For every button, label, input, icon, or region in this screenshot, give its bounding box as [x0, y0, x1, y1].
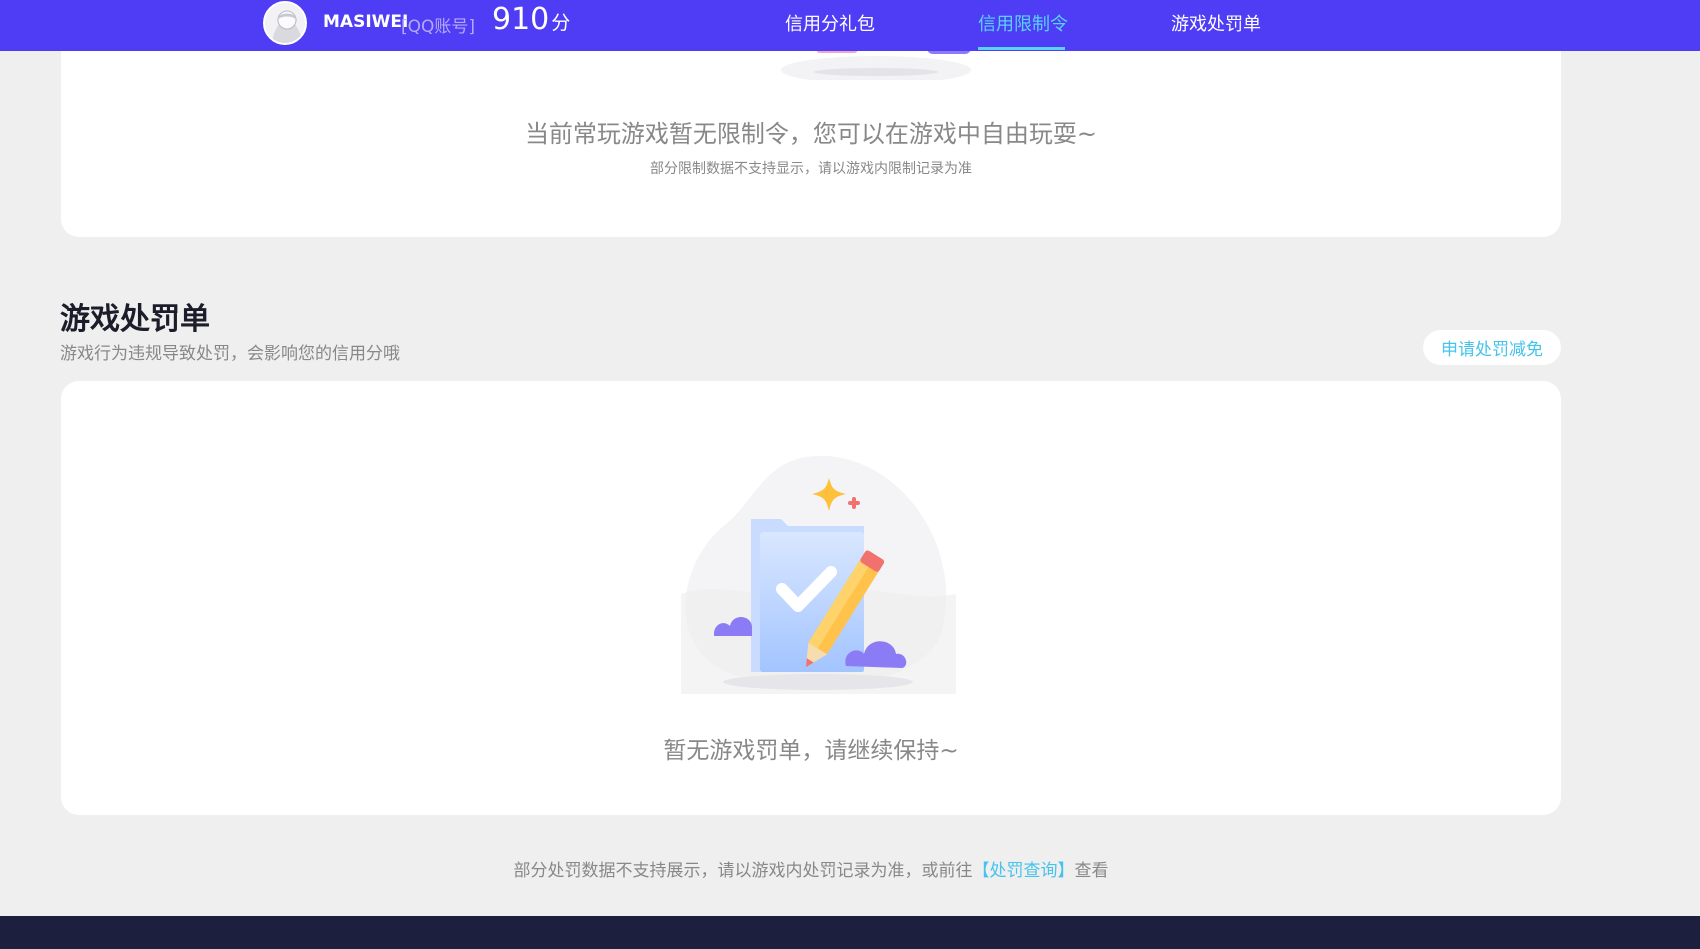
penalty-card: 暂无游戏罚单，请继续保持~ [61, 381, 1561, 815]
penalty-query-link[interactable]: 【处罚查询】 [973, 861, 1075, 881]
nav-item-credit-gift[interactable]: 信用分礼包 [785, 10, 875, 36]
penalty-empty-message: 暂无游戏罚单，请继续保持~ [663, 738, 959, 764]
apply-penalty-reduction-button[interactable]: 申请处罚减免 [1423, 330, 1561, 365]
penalty-note-suffix: 查看 [1074, 861, 1109, 881]
restriction-empty-message: 当前常玩游戏暂无限制令，您可以在游戏中自由玩耍~ [524, 120, 1098, 148]
active-tab-indicator [978, 47, 1065, 50]
account-type-label: [QQ账号] [401, 17, 476, 37]
penalty-note-text: 部分处罚数据不支持展示，请以游戏内处罚记录为准，或前往 [513, 861, 973, 881]
credit-score: 910 分 [492, 2, 570, 37]
checklist-pencil-icon [681, 455, 956, 694]
page-footer [0, 916, 1700, 949]
penalty-data-note: 部分处罚数据不支持展示，请以游戏内处罚记录为准，或前往【处罚查询】查看 [0, 856, 1622, 881]
username: MASIWEI [323, 12, 409, 32]
penalty-section-title: 游戏处罚单 [60, 302, 210, 337]
penalty-section-description: 游戏行为违规导致处罚，会影响您的信用分哦 [60, 344, 400, 364]
top-navigation-bar: MASIWEI [QQ账号] 910 分 信用分礼包 信用限制令 游戏处罚单 [0, 0, 1700, 51]
avatar-icon [265, 3, 305, 43]
credit-score-unit: 分 [551, 12, 571, 34]
avatar[interactable] [263, 1, 307, 45]
credit-score-value: 910 [492, 2, 550, 37]
nav-item-credit-restriction[interactable]: 信用限制令 [978, 10, 1068, 36]
nav-item-game-penalty[interactable]: 游戏处罚单 [1171, 10, 1261, 36]
restriction-note: 部分限制数据不支持显示，请以游戏内限制记录为准 [650, 161, 972, 177]
